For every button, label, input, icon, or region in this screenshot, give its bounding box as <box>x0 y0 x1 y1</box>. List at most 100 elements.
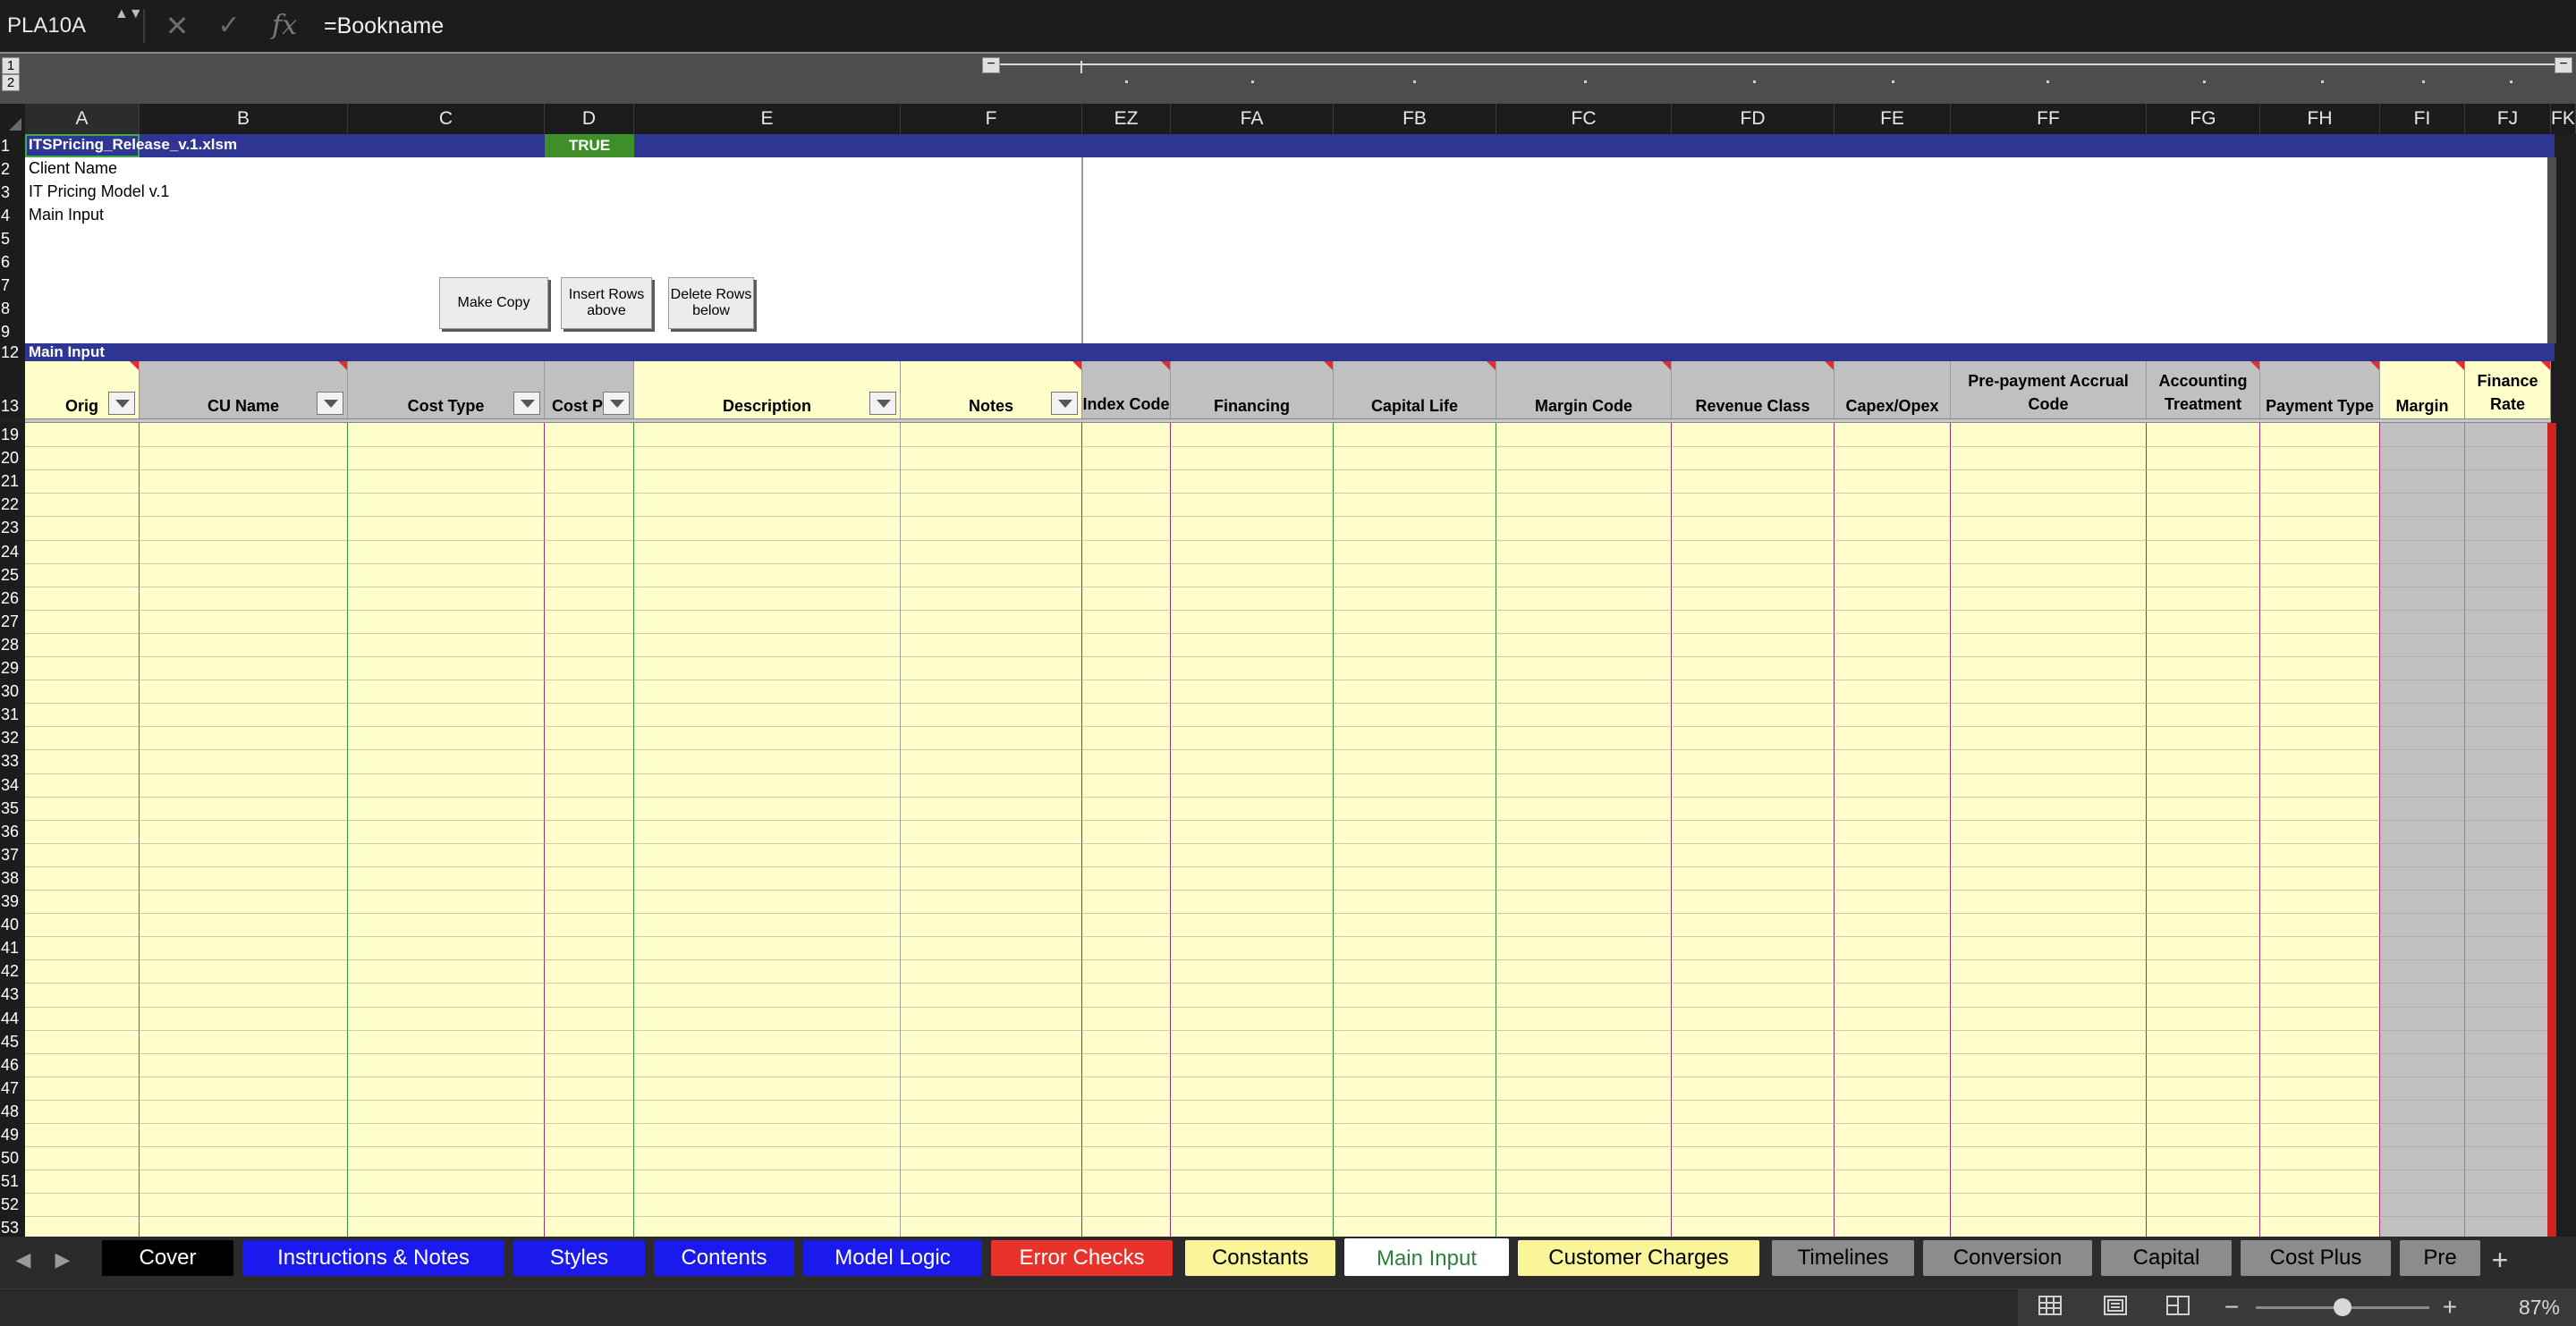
insert-function-icon[interactable]: fx <box>265 7 304 45</box>
header-finance-rate[interactable]: Finance Rate <box>2465 361 2551 418</box>
tab-contents[interactable]: Contents <box>654 1240 794 1276</box>
header-accounting-treatment[interactable]: Accounting Treatment <box>2147 361 2260 418</box>
header-cost-ph[interactable]: Cost Ph <box>545 361 634 418</box>
header-index-code[interactable]: Index Code <box>1082 361 1171 418</box>
header-cost-type[interactable]: Cost Type <box>348 361 545 418</box>
row-header-31[interactable]: 31 <box>0 703 23 727</box>
filter-dropdown-icon[interactable] <box>317 392 343 415</box>
row-header-24[interactable]: 24 <box>0 539 23 563</box>
row-header-8[interactable]: 8 <box>0 297 23 320</box>
row-header-20[interactable]: 20 <box>0 446 23 470</box>
row-header-26[interactable]: 26 <box>0 586 23 610</box>
cancel-icon[interactable]: ✕ <box>161 7 193 45</box>
row-header-1[interactable]: 1 <box>0 134 23 157</box>
column-header-FE[interactable]: FE <box>1835 104 1951 134</box>
column-header-C[interactable]: C <box>348 104 545 134</box>
tab-cover[interactable]: Cover <box>102 1240 233 1276</box>
group-collapse-button-right[interactable]: − <box>2555 57 2572 73</box>
page-break-preview-icon[interactable] <box>2163 1295 2193 1320</box>
tab-styles[interactable]: Styles <box>513 1240 645 1276</box>
column-header-FI[interactable]: FI <box>2380 104 2465 134</box>
outline-level-1-button[interactable]: 1 <box>2 57 20 74</box>
row-header-13[interactable]: 13 <box>0 361 23 418</box>
row-header-51[interactable]: 51 <box>0 1170 23 1194</box>
tab-constants[interactable]: Constants <box>1185 1240 1335 1276</box>
group-collapse-button[interactable]: − <box>982 57 1000 73</box>
row-header-35[interactable]: 35 <box>0 796 23 820</box>
insert-rows-above-button[interactable]: Insert Rows above <box>561 277 652 329</box>
column-header-FA[interactable]: FA <box>1171 104 1334 134</box>
row-header-5[interactable]: 5 <box>0 227 23 250</box>
row-header-41[interactable]: 41 <box>0 936 23 960</box>
filter-dropdown-icon[interactable] <box>603 392 630 415</box>
data-column-finance-rate[interactable] <box>2465 423 2551 1237</box>
column-header-E[interactable]: E <box>634 104 901 134</box>
column-header-FD[interactable]: FD <box>1672 104 1835 134</box>
tab-scroll-prev-icon[interactable]: ◀ <box>7 1244 39 1276</box>
header-revenue-class[interactable]: Revenue Class <box>1672 361 1835 418</box>
column-header-F[interactable]: F <box>901 104 1082 134</box>
data-column-orig[interactable] <box>25 423 140 1237</box>
column-header-FH[interactable]: FH <box>2260 104 2380 134</box>
row-header-49[interactable]: 49 <box>0 1123 23 1147</box>
name-box-dropdown-icon[interactable]: ▲▼ <box>114 5 143 45</box>
data-column-revenue-class[interactable] <box>1672 423 1835 1237</box>
data-column-capital-life[interactable] <box>1334 423 1496 1237</box>
filter-dropdown-icon[interactable] <box>108 392 135 415</box>
row-header-3[interactable]: 3 <box>0 181 23 204</box>
row-header-36[interactable]: 36 <box>0 819 23 843</box>
column-header-D[interactable]: D <box>545 104 634 134</box>
data-column-cost-type[interactable] <box>348 423 545 1237</box>
row-header-27[interactable]: 27 <box>0 609 23 633</box>
row-header-19[interactable]: 19 <box>0 423 23 447</box>
tab-main-input[interactable]: Main Input <box>1344 1238 1509 1276</box>
header-financing[interactable]: Financing <box>1171 361 1334 418</box>
column-header-FC[interactable]: FC <box>1496 104 1672 134</box>
normal-view-icon[interactable] <box>2035 1295 2065 1320</box>
data-column-cost-ph[interactable] <box>545 423 634 1237</box>
column-header-FK[interactable]: FK <box>2551 104 2576 134</box>
header-cu-name[interactable]: CU Name <box>140 361 348 418</box>
row-header-21[interactable]: 21 <box>0 469 23 494</box>
column-header-FB[interactable]: FB <box>1334 104 1496 134</box>
zoom-level[interactable]: 87% <box>2496 1289 2560 1326</box>
tab-instructions-notes[interactable]: Instructions & Notes <box>242 1240 504 1276</box>
add-sheet-icon[interactable]: + <box>2482 1244 2518 1276</box>
cell-A12-section-title[interactable]: Main Input <box>29 343 105 361</box>
row-header-28[interactable]: 28 <box>0 632 23 656</box>
row-header-12[interactable]: 12 <box>0 343 23 361</box>
tab-pre-truncated[interactable]: Pre <box>2400 1240 2480 1276</box>
header-prepayment-accrual[interactable]: Pre-payment Accrual Code <box>1951 361 2147 418</box>
outline-level-2-button[interactable]: 2 <box>2 74 20 91</box>
data-column-accounting[interactable] <box>2147 423 2260 1237</box>
row-header-6[interactable]: 6 <box>0 250 23 274</box>
row-header-30[interactable]: 30 <box>0 680 23 704</box>
filter-dropdown-icon[interactable] <box>869 392 896 415</box>
tab-conversion[interactable]: Conversion <box>1923 1240 2092 1276</box>
row-header-46[interactable]: 46 <box>0 1052 23 1077</box>
header-margin[interactable]: Margin <box>2380 361 2465 418</box>
row-header-9[interactable]: 9 <box>0 320 23 343</box>
row-header-42[interactable]: 42 <box>0 959 23 984</box>
row-header-52[interactable]: 52 <box>0 1193 23 1217</box>
tab-customer-charges[interactable]: Customer Charges <box>1518 1240 1759 1276</box>
data-column-payment-type[interactable] <box>2260 423 2380 1237</box>
row-header-48[interactable]: 48 <box>0 1099 23 1123</box>
data-column-index-code[interactable] <box>1082 423 1171 1237</box>
row-header-33[interactable]: 33 <box>0 749 23 773</box>
row-header-32[interactable]: 32 <box>0 726 23 750</box>
row-header-40[interactable]: 40 <box>0 913 23 937</box>
data-column-margin-code[interactable] <box>1496 423 1672 1237</box>
header-notes[interactable]: Notes <box>901 361 1082 418</box>
zoom-slider-thumb[interactable] <box>2334 1298 2351 1316</box>
column-header-FF[interactable]: FF <box>1951 104 2147 134</box>
row-header-23[interactable]: 23 <box>0 516 23 540</box>
select-all-corner[interactable] <box>0 104 25 134</box>
data-column-margin[interactable] <box>2380 423 2465 1237</box>
tab-error-checks[interactable]: Error Checks <box>991 1240 1173 1276</box>
filter-dropdown-icon[interactable] <box>1051 392 1078 415</box>
header-capital-life[interactable]: Capital Life <box>1334 361 1496 418</box>
tab-timelines[interactable]: Timelines <box>1772 1240 1914 1276</box>
row-header-2[interactable]: 2 <box>0 157 23 181</box>
data-column-financing[interactable] <box>1171 423 1334 1237</box>
